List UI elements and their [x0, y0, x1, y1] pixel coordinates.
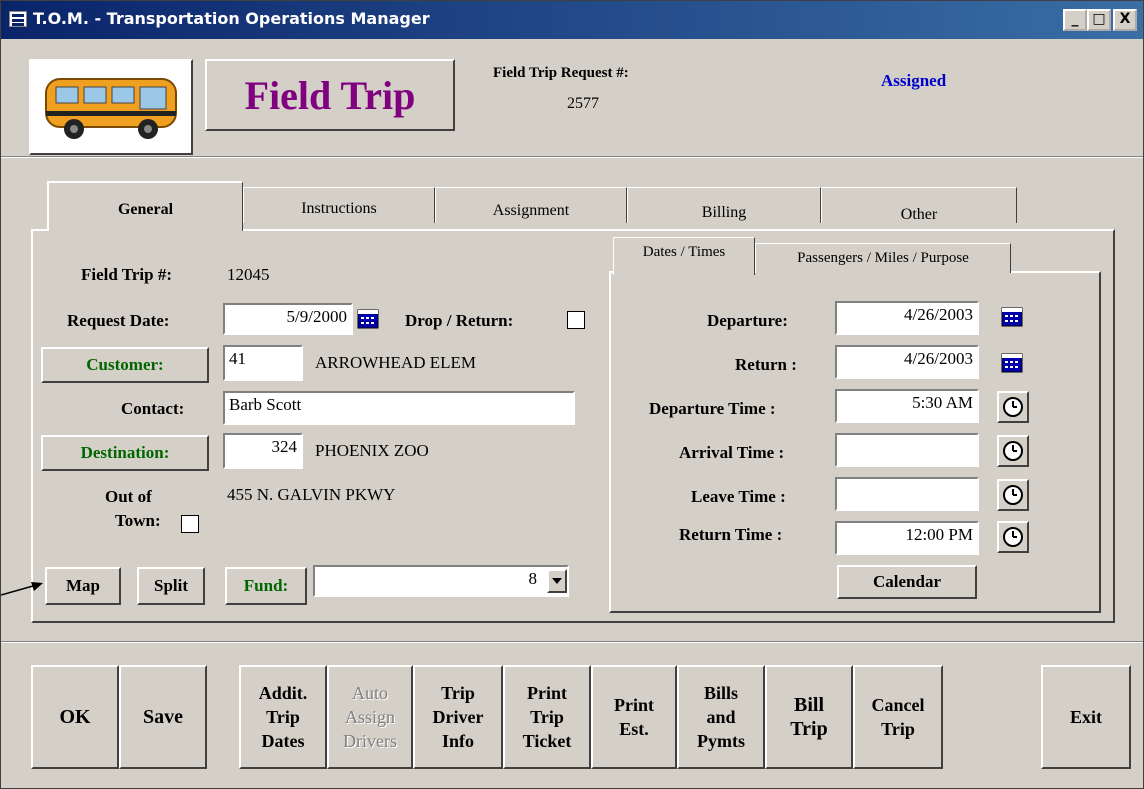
departure-date-field[interactable]: 4/26/2003	[835, 301, 979, 335]
return-label: Return :	[735, 355, 797, 374]
clock-icon[interactable]	[997, 435, 1029, 467]
addit-trip-dates-button[interactable]: Addit. Trip Dates	[239, 665, 327, 769]
print-trip-ticket-button[interactable]: Print Trip Ticket	[503, 665, 591, 769]
trip-driver-info-button[interactable]: Trip Driver Info	[413, 665, 503, 769]
tab-other-label: Other	[900, 206, 938, 223]
tab-assignment-label: Assignment	[492, 202, 570, 219]
destination-button[interactable]: Destination:	[41, 435, 209, 471]
customer-button-label: Customer:	[86, 355, 164, 374]
destination-name: PHOENIX ZOO	[315, 441, 429, 460]
trip-number-value: 12045	[227, 265, 270, 284]
out-of-town-label-2: Town:	[115, 511, 161, 530]
arrival-time-label: Arrival Time :	[679, 443, 785, 462]
destination-address: 455 N. GALVIN PKWY	[227, 485, 396, 504]
departure-time-field[interactable]: 5:30 AM	[835, 389, 979, 423]
drop-return-label: Drop / Return:	[405, 311, 514, 330]
tab-billing[interactable]: Billing	[627, 187, 821, 223]
ok-button[interactable]: OK	[31, 665, 119, 769]
header-divider	[1, 156, 1143, 158]
tab-general[interactable]: General	[47, 181, 243, 231]
destination-code-field[interactable]: 324	[223, 433, 303, 469]
customer-button[interactable]: Customer:	[41, 347, 209, 383]
minimize-button[interactable]: _	[1063, 9, 1087, 31]
bill-trip-button[interactable]: Bill Trip	[765, 665, 853, 769]
return-time-field[interactable]: 12:00 PM	[835, 521, 979, 555]
departure-time-label: Departure Time :	[649, 399, 776, 418]
subtab-dates-times-label: Dates / Times	[642, 244, 726, 260]
app-icon	[9, 11, 27, 27]
chevron-down-icon[interactable]	[547, 569, 567, 593]
customer-code-field[interactable]: 41	[223, 345, 303, 381]
calendar-icon[interactable]	[1001, 307, 1023, 327]
trip-number-label: Field Trip #:	[81, 265, 172, 284]
window-title: T.O.M. - Transportation Operations Manag…	[33, 9, 430, 28]
out-of-town-label-1: Out of	[105, 487, 152, 506]
tab-billing-label: Billing	[701, 204, 747, 221]
tab-instructions[interactable]: Instructions	[243, 187, 435, 223]
clock-icon[interactable]	[997, 479, 1029, 511]
customer-name: ARROWHEAD ELEM	[315, 353, 477, 372]
fund-select[interactable]: 8	[313, 565, 569, 597]
arrival-time-field[interactable]	[835, 433, 979, 467]
maximize-button[interactable]: □	[1087, 9, 1111, 31]
bills-and-pymts-button[interactable]: Bills and Pymts	[677, 665, 765, 769]
subtab-passengers-label: Passengers / Miles / Purpose	[797, 250, 969, 266]
fund-button[interactable]: Fund:	[225, 567, 307, 605]
map-button[interactable]: Map	[45, 567, 121, 605]
clock-icon[interactable]	[997, 521, 1029, 553]
status-label: Assigned	[881, 71, 947, 90]
cancel-trip-button[interactable]: Cancel Trip	[853, 665, 943, 769]
subtab-passengers-miles-purpose[interactable]: Passengers / Miles / Purpose	[755, 243, 1011, 273]
fund-button-label: Fund:	[243, 576, 289, 595]
footer-divider	[1, 641, 1143, 643]
request-number-label: Field Trip Request #:	[493, 65, 629, 81]
logo-frame	[29, 59, 193, 155]
close-button[interactable]: X	[1113, 9, 1137, 31]
auto-assign-drivers-button: Auto Assign Drivers	[327, 665, 413, 769]
save-button[interactable]: Save	[119, 665, 207, 769]
contact-field[interactable]: Barb Scott	[223, 391, 575, 425]
arrow-pointer-icon	[1, 582, 43, 596]
app-window: T.O.M. - Transportation Operations Manag…	[0, 0, 1144, 789]
tab-other[interactable]: Other	[821, 187, 1017, 223]
contact-label: Contact:	[121, 399, 185, 418]
form-title: Field Trip	[244, 72, 416, 118]
clock-icon[interactable]	[997, 391, 1029, 423]
leave-time-label: Leave Time :	[691, 487, 786, 506]
destination-button-label: Destination:	[80, 443, 170, 462]
request-date-field[interactable]: 5/9/2000	[223, 303, 353, 335]
split-button[interactable]: Split	[137, 567, 205, 605]
exit-button[interactable]: Exit	[1041, 665, 1131, 769]
print-est-button[interactable]: Print Est.	[591, 665, 677, 769]
form-title-box: Field Trip	[205, 59, 455, 131]
calendar-icon[interactable]	[1001, 353, 1023, 373]
calendar-icon[interactable]	[357, 309, 379, 329]
drop-return-checkbox[interactable]	[567, 311, 585, 329]
calendar-button[interactable]: Calendar	[837, 565, 977, 599]
return-time-label: Return Time :	[679, 525, 783, 544]
school-bus-icon	[45, 78, 177, 139]
tab-instructions-label: Instructions	[301, 200, 377, 217]
tab-general-label: General	[117, 201, 174, 218]
departure-label: Departure:	[707, 311, 788, 330]
return-date-field[interactable]: 4/26/2003	[835, 345, 979, 379]
request-date-label: Request Date:	[67, 311, 170, 330]
tab-assignment[interactable]: Assignment	[435, 187, 627, 223]
leave-time-field[interactable]	[835, 477, 979, 511]
out-of-town-checkbox[interactable]	[181, 515, 199, 533]
subtab-dates-times[interactable]: Dates / Times	[613, 237, 755, 275]
request-number-value: 2577	[567, 95, 599, 112]
title-bar[interactable]: T.O.M. - Transportation Operations Manag…	[1, 1, 1143, 39]
